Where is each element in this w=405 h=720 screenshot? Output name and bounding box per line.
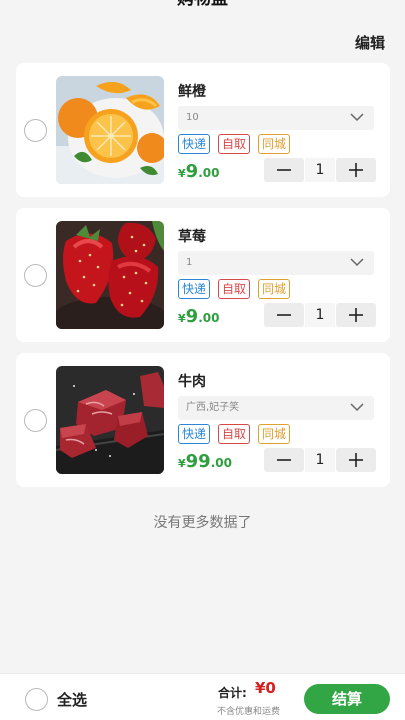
price-decimal: .00 bbox=[198, 166, 220, 180]
select-all-radio[interactable] bbox=[25, 688, 48, 711]
top-bar: 购物盘 bbox=[0, 0, 405, 12]
decrease-button[interactable] bbox=[264, 448, 304, 472]
cart-item: 牛肉 广西,妃子笑 快递 自取 同城 ¥99.00 1 bbox=[16, 353, 390, 487]
strawberry-icon[interactable] bbox=[56, 221, 164, 329]
tag-pickup[interactable]: 自取 bbox=[218, 279, 251, 299]
spec-value: 广西,妃子笑 bbox=[186, 402, 240, 413]
item-name: 草莓 bbox=[178, 229, 206, 245]
delivery-tags: 快递 自取 同城 bbox=[178, 424, 291, 444]
page-title: 购物盘 bbox=[177, 0, 228, 9]
minus-icon bbox=[277, 314, 291, 316]
item-price: ¥9.00 bbox=[178, 306, 219, 327]
item-select-radio[interactable] bbox=[24, 119, 47, 142]
tag-local[interactable]: 同城 bbox=[258, 424, 291, 444]
price-decimal: .00 bbox=[198, 311, 220, 325]
cart-item: 草莓 1 快递 自取 同城 ¥9.00 1 bbox=[16, 208, 390, 342]
total-note: 不含优惠和运费 bbox=[217, 707, 281, 717]
tag-express[interactable]: 快递 bbox=[178, 424, 211, 444]
cart-item: 鲜橙 10 快递 自取 同城 ¥9.00 1 bbox=[16, 63, 390, 197]
orange-icon[interactable] bbox=[56, 76, 164, 184]
total-label: 合计: bbox=[218, 686, 247, 700]
spec-value: 10 bbox=[186, 112, 199, 123]
tag-pickup[interactable]: 自取 bbox=[218, 424, 251, 444]
currency-symbol: ¥ bbox=[178, 167, 186, 180]
plus-icon bbox=[349, 453, 363, 467]
checkout-bar: 全选 合计: ¥0 不含优惠和运费 结算 bbox=[0, 673, 405, 720]
increase-button[interactable] bbox=[336, 448, 376, 472]
item-select-radio[interactable] bbox=[24, 264, 47, 287]
tag-local[interactable]: 同城 bbox=[258, 134, 291, 154]
currency-symbol: ¥ bbox=[178, 457, 186, 470]
chevron-down-icon bbox=[350, 403, 364, 412]
beef-icon[interactable] bbox=[56, 366, 164, 474]
delivery-tags: 快递 自取 同城 bbox=[178, 279, 291, 299]
quantity-value[interactable]: 1 bbox=[305, 448, 335, 472]
cart-list: 鲜橙 10 快递 自取 同城 ¥9.00 1 草莓 1 快递 自取 同城 ¥9.… bbox=[16, 63, 390, 498]
price-integer: 9 bbox=[185, 306, 199, 327]
item-price: ¥9.00 bbox=[178, 161, 219, 182]
tag-express[interactable]: 快递 bbox=[178, 279, 211, 299]
spec-dropdown[interactable]: 10 bbox=[178, 106, 374, 130]
tag-express[interactable]: 快递 bbox=[178, 134, 211, 154]
quantity-stepper: 1 bbox=[264, 158, 376, 182]
plus-icon bbox=[349, 308, 363, 322]
chevron-down-icon bbox=[350, 113, 364, 122]
spec-dropdown[interactable]: 1 bbox=[178, 251, 374, 275]
chevron-down-icon bbox=[350, 258, 364, 267]
delivery-tags: 快递 自取 同城 bbox=[178, 134, 291, 154]
minus-icon bbox=[277, 459, 291, 461]
tag-pickup[interactable]: 自取 bbox=[218, 134, 251, 154]
no-more-data: 没有更多数据了 bbox=[153, 515, 252, 531]
increase-button[interactable] bbox=[336, 158, 376, 182]
increase-button[interactable] bbox=[336, 303, 376, 327]
quantity-value[interactable]: 1 bbox=[305, 303, 335, 327]
item-name: 牛肉 bbox=[178, 374, 206, 390]
spec-value: 1 bbox=[186, 257, 193, 268]
price-integer: 99 bbox=[185, 451, 211, 472]
spec-dropdown[interactable]: 广西,妃子笑 bbox=[178, 396, 374, 420]
decrease-button[interactable] bbox=[264, 158, 304, 182]
item-select-radio[interactable] bbox=[24, 409, 47, 432]
quantity-value[interactable]: 1 bbox=[305, 158, 335, 182]
price-integer: 9 bbox=[185, 161, 199, 182]
quantity-stepper: 1 bbox=[264, 303, 376, 327]
total-value: ¥0 bbox=[255, 679, 276, 697]
currency-symbol: ¥ bbox=[178, 312, 186, 325]
item-name: 鲜橙 bbox=[178, 84, 206, 100]
edit-button[interactable]: 编辑 bbox=[355, 32, 385, 53]
checkout-button[interactable]: 结算 bbox=[304, 684, 390, 714]
tag-local[interactable]: 同城 bbox=[258, 279, 291, 299]
price-decimal: .00 bbox=[210, 456, 232, 470]
quantity-stepper: 1 bbox=[264, 448, 376, 472]
item-price: ¥99.00 bbox=[178, 451, 232, 472]
decrease-button[interactable] bbox=[264, 303, 304, 327]
select-all-label[interactable]: 全选 bbox=[57, 689, 87, 710]
plus-icon bbox=[349, 163, 363, 177]
minus-icon bbox=[277, 169, 291, 171]
